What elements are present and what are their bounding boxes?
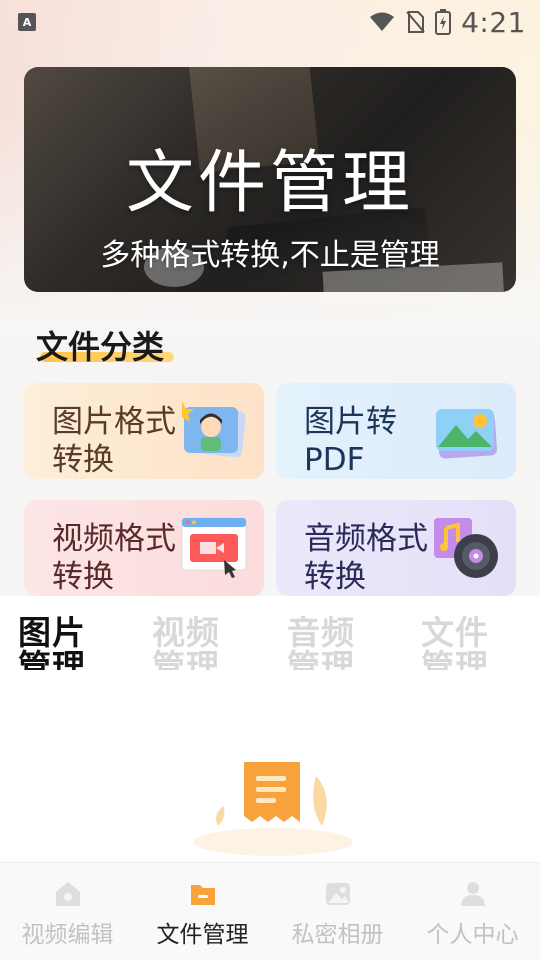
bottom-navigation: 视频编辑 文件管理 私密相册 个人中心 xyxy=(0,862,540,960)
card-label: 图片转PDF xyxy=(304,404,397,478)
image-convert-icon xyxy=(182,401,246,458)
nav-video-edit[interactable]: 视频编辑 xyxy=(0,863,135,960)
hero-banner[interactable]: 文件管理 多种格式转换,不止是管理 xyxy=(24,67,516,292)
nav-label: 文件管理 xyxy=(156,922,249,948)
banner-subtitle: 多种格式转换,不止是管理 xyxy=(100,238,440,273)
video-convert-icon xyxy=(181,517,247,578)
nav-file-manage[interactable]: 文件管理 xyxy=(135,863,270,960)
home-icon xyxy=(56,882,80,906)
card-label: 音频格式转换 xyxy=(304,521,428,595)
card-video-convert[interactable]: 视频格式转换 xyxy=(24,500,264,596)
image-to-pdf-icon xyxy=(436,409,497,459)
tab-image-manage[interactable]: 图片管理 xyxy=(18,616,108,670)
person-icon xyxy=(461,882,485,906)
card-image-convert[interactable]: 图片格式转换 xyxy=(24,383,264,479)
nav-label: 个人中心 xyxy=(426,922,519,948)
tab-audio-manage[interactable]: 音频管理 xyxy=(287,616,377,670)
album-icon xyxy=(326,883,350,905)
nav-label: 私密相册 xyxy=(291,922,384,948)
nav-label: 视频编辑 xyxy=(21,922,114,948)
section-title: 文件分类 xyxy=(36,328,165,366)
banner-title: 文件管理 xyxy=(125,144,414,223)
no-sim-icon xyxy=(406,11,425,33)
status-time: 4:21 xyxy=(461,5,526,39)
card-label: 视频格式转换 xyxy=(52,521,176,595)
battery-charging-icon xyxy=(435,9,452,35)
card-audio-convert[interactable]: 音频格式转换 xyxy=(276,500,516,596)
card-label: 图片格式转换 xyxy=(52,404,176,478)
empty-document-icon xyxy=(193,762,353,856)
status-badge: A xyxy=(18,13,36,31)
tab-file-manage[interactable]: 文件管理 xyxy=(421,616,511,670)
status-bar: A 4:21 xyxy=(0,0,540,44)
audio-convert-icon xyxy=(434,518,498,578)
tab-video-manage[interactable]: 视频管理 xyxy=(152,616,242,670)
wifi-icon xyxy=(370,12,395,31)
nav-private-album[interactable]: 私密相册 xyxy=(270,863,405,960)
nav-personal-center[interactable]: 个人中心 xyxy=(405,863,540,960)
folder-icon xyxy=(191,885,215,905)
card-image-to-pdf[interactable]: 图片转PDF xyxy=(276,383,516,479)
